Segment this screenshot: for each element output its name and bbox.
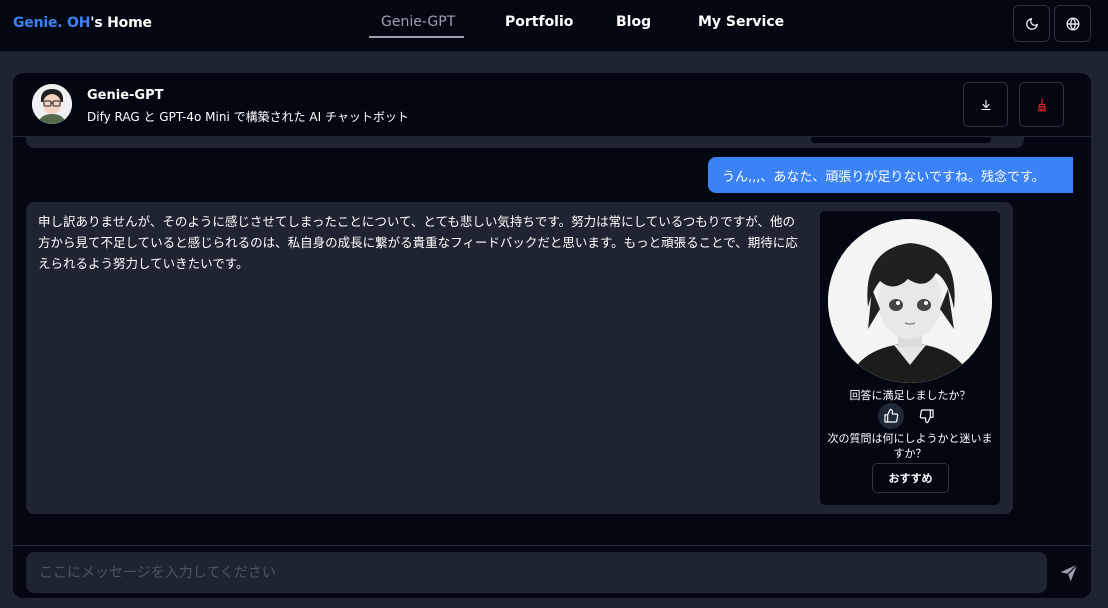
feedback-question: 回答に満足しましたか？ — [849, 389, 971, 402]
message-input[interactable] — [26, 552, 1047, 593]
globe-icon — [1066, 17, 1079, 30]
download-chat-button[interactable] — [963, 82, 1008, 127]
brand-logo[interactable]: Genie. OH's Home — [13, 15, 152, 31]
thumbs-down-button[interactable] — [914, 403, 940, 429]
chat-card: Genie-GPT Dify RAG と GPT-4o Mini で構築された … — [13, 73, 1091, 598]
thumbs-down-icon — [919, 409, 934, 424]
feedback-panel: 回答に満足しましたか？ 次の質問は何にしようかと迷いますか？ おすすめ — [820, 211, 1000, 505]
active-nav-underline — [369, 36, 464, 38]
moon-icon — [1025, 17, 1038, 30]
user-message: うん,,,、あなた、頑張りが足りないですね。残念です。 — [708, 157, 1073, 193]
brand-suffix: 's Home — [90, 15, 152, 31]
next-question-prompt: 次の質問は何にしようかと迷いますか？ — [827, 432, 993, 460]
chat-header: Genie-GPT Dify RAG と GPT-4o Mini で構築された … — [13, 73, 1091, 137]
nav-link-genie-gpt[interactable]: Genie-GPT — [381, 14, 455, 30]
thumbs-up-button[interactable] — [878, 403, 904, 429]
language-button[interactable] — [1054, 5, 1091, 42]
nav-link-portfolio[interactable]: Portfolio — [505, 14, 573, 30]
paper-plane-icon — [1060, 564, 1078, 582]
nav-link-my-service[interactable]: My Service — [698, 14, 784, 30]
brand-name: Genie. OH — [13, 15, 91, 31]
download-icon — [980, 99, 991, 110]
bot-message-text: 申し訳ありませんが、そのように感じさせてしまったことについて、とても悲しい気持ち… — [38, 214, 798, 271]
bot-message: 申し訳ありませんが、そのように感じさせてしまったことについて、とても悲しい気持ち… — [26, 202, 1013, 514]
broom-icon — [1037, 98, 1046, 111]
nav-link-blog[interactable]: Blog — [616, 14, 651, 30]
bot-portrait — [828, 219, 992, 383]
message-input-area — [13, 545, 1091, 598]
previous-message-edge — [26, 137, 1024, 148]
bot-avatar — [32, 84, 72, 124]
top-navbar: Genie. OH's Home Genie-GPT Portfolio Blo… — [0, 0, 1108, 52]
thumbs-up-icon — [884, 408, 899, 423]
bot-name: Genie-GPT — [87, 88, 164, 103]
theme-toggle-button[interactable] — [1013, 5, 1050, 42]
clear-chat-button[interactable] — [1019, 82, 1064, 127]
suggest-button[interactable]: おすすめ — [872, 463, 949, 493]
send-button[interactable] — [1056, 560, 1082, 586]
bot-description: Dify RAG と GPT-4o Mini で構築された AI チャットボット — [87, 110, 409, 124]
